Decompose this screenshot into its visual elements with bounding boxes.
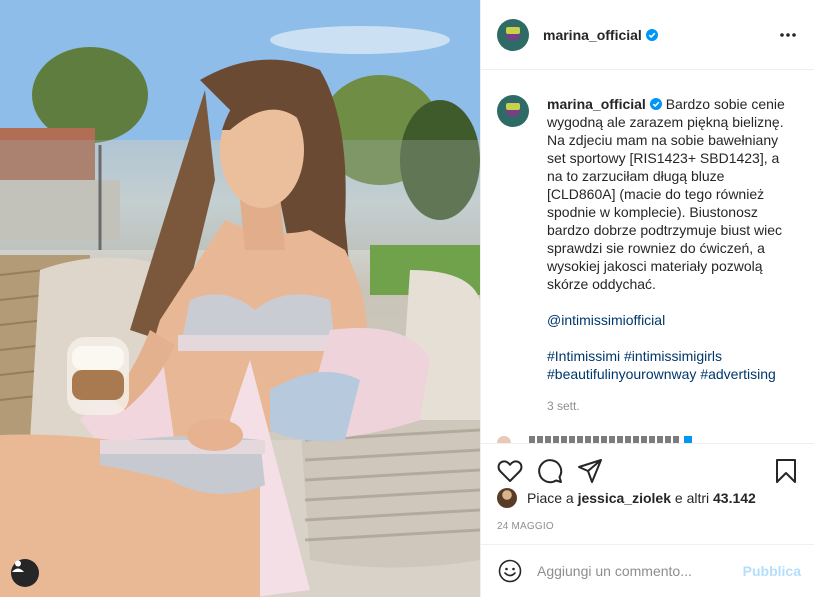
caption-line: Bardzo sobie cenie — [665, 96, 785, 112]
caption-timestamp: 3 sett. — [547, 399, 580, 413]
hashtags-line-2[interactable]: #beautifulinyourownway #advertising — [547, 365, 791, 383]
next-comment-cutoff — [497, 433, 737, 443]
save-button[interactable] — [771, 456, 801, 486]
caption-author-avatar[interactable] — [497, 95, 529, 127]
liker-avatar[interactable] — [497, 488, 517, 508]
post-date[interactable]: 24 MAGGIO — [497, 521, 554, 532]
emoji-button[interactable] — [497, 558, 523, 584]
likes-summary: Piace a jessica_ziolek e altri 43.142 — [497, 488, 756, 508]
post-photo[interactable] — [0, 0, 480, 597]
caption-line: wygodną ale zarazem piękną bieliznę. — [547, 114, 784, 130]
caption-username[interactable]: marina_official — [547, 96, 646, 112]
photo-illustration — [0, 0, 480, 597]
comments-scroll-area[interactable]: marina_official Bardzo sobie cenie wygod… — [481, 71, 814, 443]
caption-line: set sportowy [RIS1423+ SBD1423], a — [547, 150, 780, 166]
emoji-icon — [498, 559, 522, 583]
post-header: marina_official — [481, 0, 814, 70]
likes-middle: e altri — [674, 490, 710, 506]
user-tag-button[interactable] — [11, 559, 39, 587]
caption-line: sprawdzi sie rowniez do ćwiczeń, a — [547, 240, 765, 256]
verified-badge-icon — [645, 28, 658, 41]
caption-line: na to zarzuciłam długą bluze — [547, 168, 725, 184]
caption-line: spodnie w komplecie). Biustonosz — [547, 204, 758, 220]
comment-button[interactable] — [535, 456, 565, 486]
user-tag-icon — [12, 560, 24, 572]
caption-line: wysokiej jakosci materiały pozwolą — [547, 258, 763, 274]
caption: marina_official Bardzo sobie cenie wygod… — [497, 95, 799, 413]
author-username[interactable]: marina_official — [543, 27, 658, 43]
caption-line: skórze oddychać. — [547, 276, 656, 292]
more-options-icon — [780, 32, 796, 37]
more-options-button[interactable] — [776, 23, 800, 47]
mention-link[interactable]: @intimissimiofficial — [547, 311, 791, 329]
bookmark-icon — [776, 459, 796, 483]
liker-username[interactable]: jessica_ziolek — [578, 490, 671, 506]
author-avatar[interactable] — [497, 18, 529, 51]
comment-input[interactable] — [537, 563, 743, 579]
publish-comment-button[interactable]: Pubblica — [743, 563, 801, 579]
post-side-panel: marina_official marina_official Bardzo s… — [480, 0, 814, 597]
share-button[interactable] — [575, 456, 605, 486]
verified-badge-icon — [649, 98, 662, 110]
caption-body: marina_official Bardzo sobie cenie wygod… — [547, 95, 791, 413]
caption-line: bardzo dobrze podtrzymuje biust wiec — [547, 222, 783, 238]
heart-icon — [497, 460, 523, 482]
caption-line: [CLD860A] (macie do tego również — [547, 186, 765, 202]
caption-text: marina_official Bardzo sobie cenie wygod… — [547, 95, 791, 293]
likes-prefix: Piace a — [527, 490, 574, 506]
hashtags-line-1[interactable]: #Intimissimi #intimissimigirls — [547, 347, 791, 365]
caption-line: Na zdjeciu mam na sobie bawełniany — [547, 132, 779, 148]
like-button[interactable] — [495, 456, 525, 486]
comment-icon — [538, 459, 563, 484]
share-icon — [578, 459, 602, 483]
likes-count[interactable]: 43.142 — [713, 490, 756, 506]
comment-form: Pubblica — [481, 544, 814, 597]
